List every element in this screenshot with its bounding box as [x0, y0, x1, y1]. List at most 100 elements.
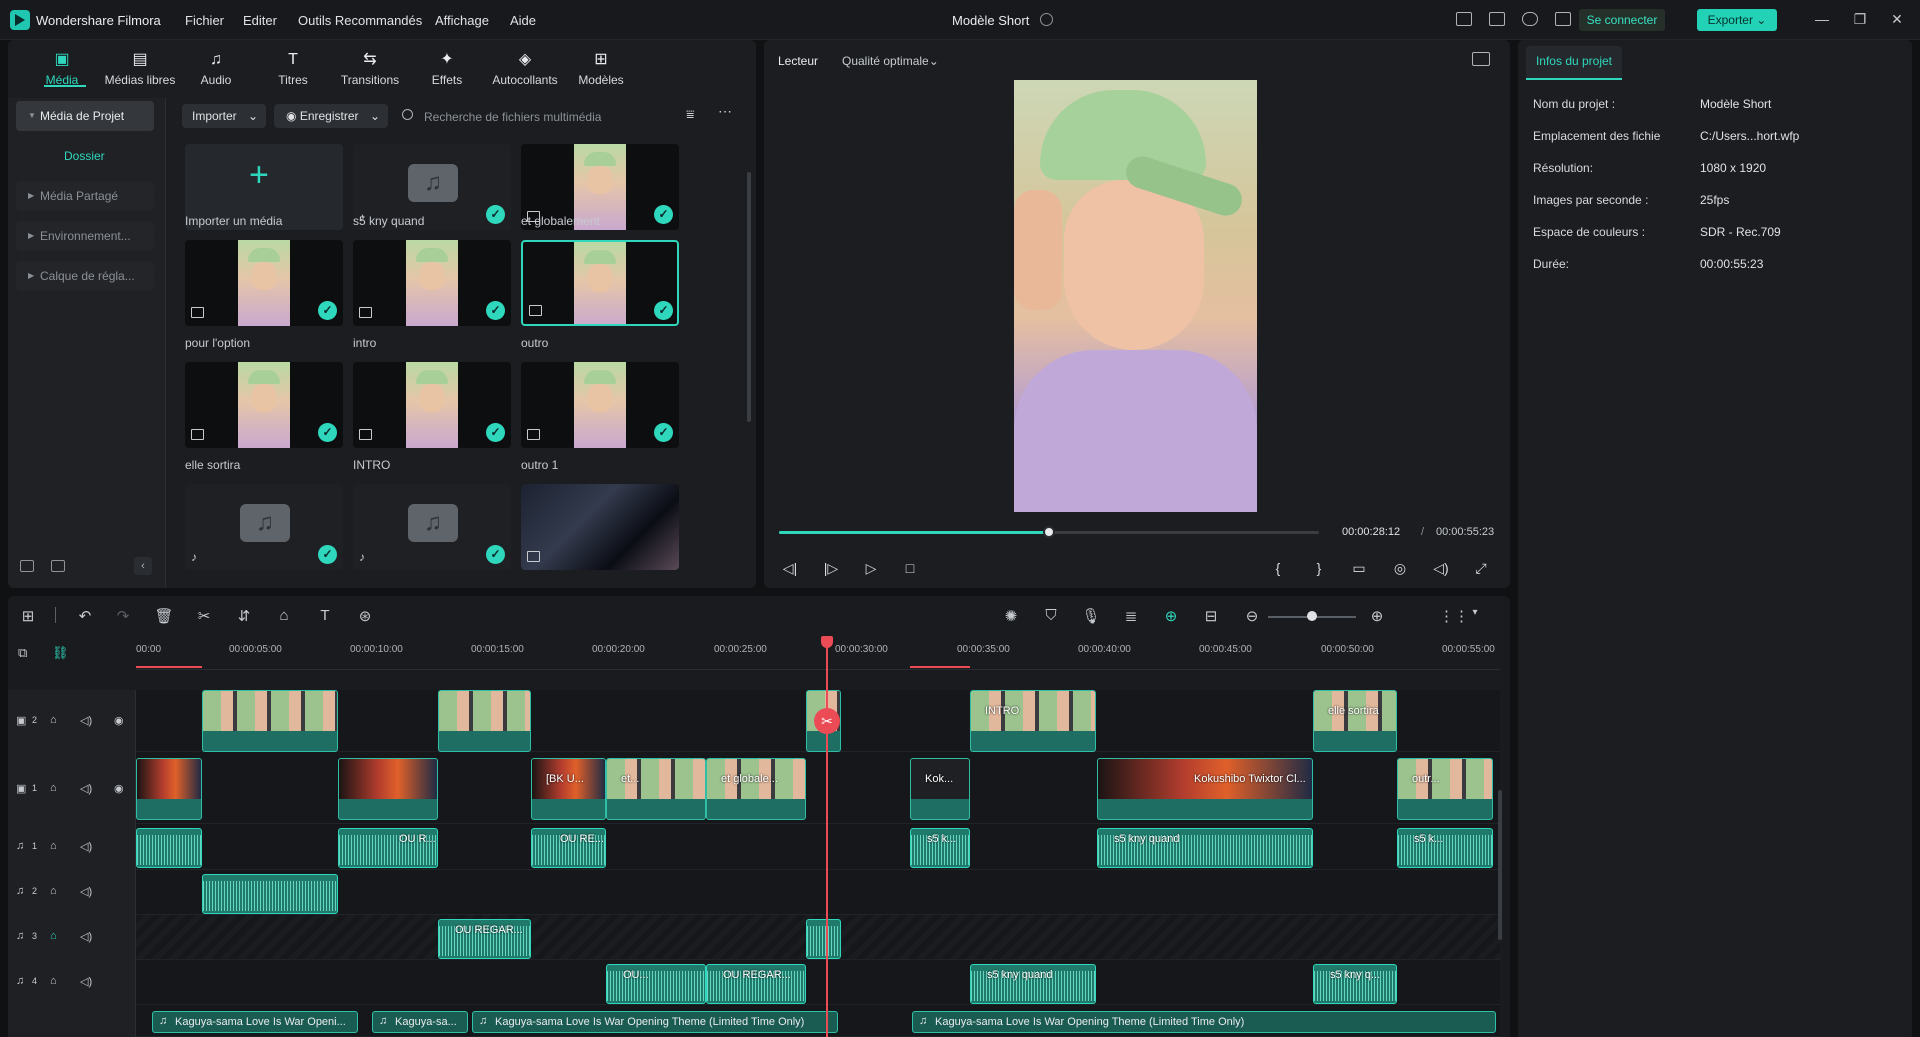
menu-outils[interactable]: Outils Recommandés: [298, 13, 422, 28]
audio-clip[interactable]: s5 kny quand: [970, 964, 1096, 1004]
zoom-out-icon[interactable]: ⊖: [1242, 607, 1262, 625]
prev-frame-icon[interactable]: ◁|: [781, 560, 799, 577]
timeline-clip[interactable]: Kokushibo Twixtor Cl...: [1097, 758, 1313, 820]
tab-audio[interactable]: ♫ Audio: [181, 52, 251, 92]
stop-icon[interactable]: □: [901, 560, 919, 576]
tab-titles[interactable]: T Titres: [258, 52, 328, 92]
delete-icon[interactable]: 🗑: [154, 607, 174, 625]
scissors-icon[interactable]: ✂: [814, 708, 840, 734]
playback-scrubber[interactable]: [1043, 526, 1055, 538]
lock-icon[interactable]: ⌂: [50, 975, 57, 987]
sidebar-item-folder[interactable]: Dossier: [64, 149, 105, 163]
play-icon[interactable]: ▷: [862, 560, 880, 577]
scopes-icon[interactable]: [1472, 52, 1490, 66]
new-folder-icon[interactable]: [20, 560, 34, 572]
media-card-audio[interactable]: ♫ ♪ ✓: [353, 484, 511, 570]
timeline-clip[interactable]: outr...: [1397, 758, 1493, 820]
timeline-clip[interactable]: INTRO: [970, 690, 1096, 752]
timeline-clip[interactable]: [338, 758, 438, 820]
timeline-clip[interactable]: et...: [606, 758, 706, 820]
menu-aide[interactable]: Aide: [510, 13, 536, 28]
menu-editer[interactable]: Editer: [243, 13, 277, 28]
undo-icon[interactable]: ↶: [75, 607, 95, 625]
track-layout-icon[interactable]: ⋮⋮: [1439, 607, 1469, 625]
tag-icon[interactable]: ⌂: [274, 607, 294, 624]
timeline-clip[interactable]: elle sortira: [1313, 690, 1397, 752]
restore-icon[interactable]: ❐: [1852, 11, 1868, 27]
snap-icon[interactable]: ⊕: [1161, 607, 1181, 625]
record-dropdown[interactable]: ◉ Enregistrer ⌄: [274, 104, 388, 128]
timeline-clip[interactable]: [202, 690, 338, 752]
audio-clip[interactable]: OU REGAR...: [438, 919, 531, 959]
media-card-video[interactable]: [521, 484, 679, 570]
media-card-video[interactable]: ✓: [185, 240, 343, 326]
next-frame-icon[interactable]: |▷: [822, 560, 840, 577]
media-card-video[interactable]: ✓: [521, 362, 679, 448]
more-options-icon[interactable]: ⋯: [718, 103, 732, 120]
fullscreen-icon[interactable]: ⤢: [1472, 560, 1490, 577]
tab-project-info[interactable]: Infos du projet: [1526, 46, 1622, 80]
grid-icon[interactable]: [1555, 12, 1571, 26]
timeline-ruler[interactable]: [136, 636, 1500, 670]
music-clip[interactable]: ♫ Kaguya-sama Love Is War Openi...: [152, 1011, 358, 1033]
export-button[interactable]: Exporter ⌄: [1697, 9, 1777, 31]
zoom-in-icon[interactable]: ⊕: [1367, 607, 1387, 625]
volume-icon[interactable]: ◁): [80, 975, 92, 988]
audio-clip[interactable]: s5 k...: [910, 828, 970, 868]
menu-affichage[interactable]: Affichage: [435, 13, 489, 28]
mark-out-icon[interactable]: }: [1310, 560, 1328, 576]
marker-icon[interactable]: ⛉: [1041, 607, 1061, 624]
volume-icon[interactable]: ◁): [80, 930, 92, 943]
audio-clip[interactable]: OU RE...: [531, 828, 606, 868]
audio-clip[interactable]: s5 kny q...: [1313, 964, 1397, 1004]
volume-icon[interactable]: ◁): [80, 782, 92, 795]
lock-icon[interactable]: ⌂: [50, 930, 57, 942]
audio-clip[interactable]: [202, 874, 338, 914]
redo-icon[interactable]: ↷: [113, 607, 133, 625]
sidebar-item-shared[interactable]: ▶ Média Partagé: [16, 181, 154, 211]
save-icon[interactable]: [1489, 12, 1505, 26]
render-icon[interactable]: ✺: [1001, 607, 1021, 625]
link-icon[interactable]: ⛓: [52, 645, 69, 661]
lock-icon[interactable]: ⌂: [50, 840, 57, 852]
snapshot-icon[interactable]: ◎: [1391, 560, 1409, 577]
tab-player[interactable]: Lecteur: [778, 54, 818, 68]
lock-icon[interactable]: ⌂: [50, 714, 57, 726]
quality-dropdown[interactable]: Qualité optimale⌄: [842, 54, 939, 68]
tab-templates[interactable]: ⊞ Modèles: [566, 52, 636, 92]
media-search-input[interactable]: Recherche de fichiers multimédia: [424, 110, 601, 124]
scissors-icon[interactable]: ✂: [194, 607, 214, 625]
chevron-down-icon[interactable]: ▾: [1465, 607, 1485, 618]
eye-icon[interactable]: ◉: [114, 782, 124, 795]
minimize-icon[interactable]: —: [1814, 11, 1830, 27]
connect-button[interactable]: Se connecter: [1579, 9, 1665, 31]
audio-clip[interactable]: OU REGAR...: [706, 964, 806, 1004]
audio-clip[interactable]: s5 k...: [1397, 828, 1493, 868]
mark-in-icon[interactable]: {: [1269, 560, 1287, 576]
tab-effects[interactable]: ✦ Effets: [412, 52, 482, 92]
close-icon[interactable]: ✕: [1889, 11, 1905, 27]
media-card-video[interactable]: ✓: [353, 240, 511, 326]
text-tool-icon[interactable]: T: [315, 607, 335, 624]
timeline-clip[interactable]: [136, 758, 202, 820]
tab-stickers[interactable]: ◈ Autocollants: [489, 52, 561, 92]
sidebar-item-adjustment[interactable]: ▶ Calque de régla...: [16, 261, 154, 291]
import-dropdown[interactable]: Importer ⌄: [182, 104, 266, 128]
volume-icon[interactable]: ◁): [80, 885, 92, 898]
effects-tool-icon[interactable]: ⊛: [355, 607, 375, 625]
volume-icon[interactable]: ◁): [1432, 560, 1450, 577]
timeline-clip[interactable]: [438, 690, 531, 752]
lock-icon[interactable]: ⌂: [50, 782, 57, 794]
collapse-sidebar-button[interactable]: ‹: [134, 557, 152, 575]
tab-free-media[interactable]: ▤ Médias libres: [104, 52, 176, 92]
timeline-clip[interactable]: [BK U...: [531, 758, 606, 820]
lock-icon[interactable]: ⌂: [50, 885, 57, 897]
audio-clip[interactable]: [806, 919, 841, 959]
music-clip[interactable]: ♫ Kaguya-sama Love Is War Opening Theme (…: [472, 1011, 838, 1033]
audio-mix-icon[interactable]: ≣: [1121, 607, 1141, 625]
layout-grid-icon[interactable]: ⊞: [18, 607, 38, 625]
music-clip[interactable]: ♫ Kaguya-sama Love Is War Opening Theme (…: [912, 1011, 1496, 1033]
playhead-handle[interactable]: [821, 636, 833, 648]
media-card-video-selected[interactable]: ✓: [521, 240, 679, 326]
eye-icon[interactable]: ◉: [114, 714, 124, 727]
